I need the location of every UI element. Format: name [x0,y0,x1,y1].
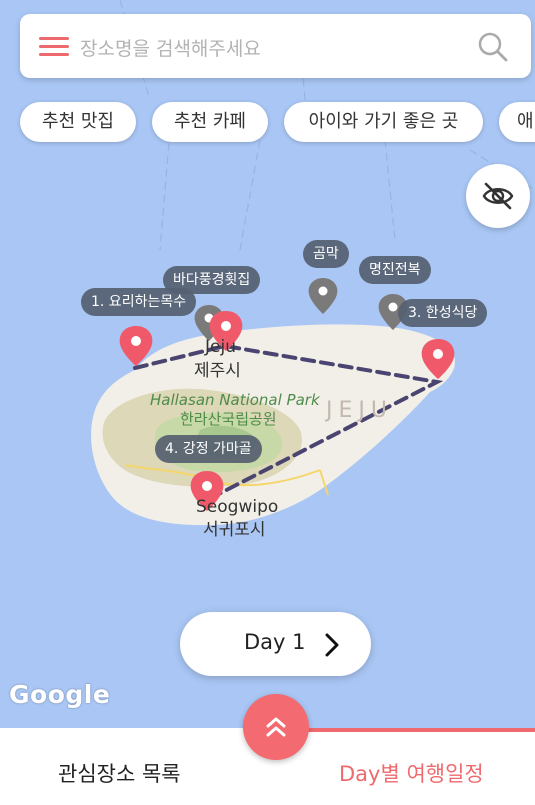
tab-daily-itinerary[interactable]: Day별 여행일정 [339,758,484,788]
double-chevron-up-icon [266,717,286,737]
chip-restaurants[interactable]: 추천 맛집 [20,102,136,142]
chip-kids[interactable]: 아이와 가기 좋은 곳 [284,102,483,142]
chevron-right-icon[interactable] [324,632,340,658]
marker-gray-gommak [308,278,338,314]
search-bar: 장소명을 검색해주세요 [20,14,531,78]
place-label-myeongjin[interactable]: 명진전복 [359,256,431,284]
chip-more[interactable]: 애 [499,102,535,142]
search-input[interactable]: 장소명을 검색해주세요 [80,34,261,61]
city-label-seogwipo-ko: 서귀포시 [203,520,266,540]
search-icon[interactable] [477,31,509,63]
google-logo: Google [9,680,111,709]
city-label-jeju-en: Jeju [205,337,236,357]
eye-off-icon [482,182,514,210]
place-label-gommak[interactable]: 곰막 [303,240,349,268]
menu-icon[interactable] [39,37,69,57]
day-selector[interactable]: Day 1 [180,612,371,676]
place-label-4[interactable]: 4. 강정 가마골 [155,435,262,463]
tab-favorites[interactable]: 관심장소 목록 [58,758,181,788]
day-label: Day 1 [244,630,306,654]
place-label-1[interactable]: 1. 요리하는목수 [81,288,197,316]
region-label: JEJU [326,398,393,423]
city-label-seogwipo-en: Seogwipo [196,497,279,517]
active-tab-indicator [306,728,535,732]
place-label-3[interactable]: 3. 한성식당 [398,299,488,327]
hide-markers-button[interactable] [466,164,530,228]
chip-cafes[interactable]: 추천 카페 [152,102,268,142]
park-label-en: Hallasan National Park [150,391,320,409]
expand-sheet-button[interactable] [243,694,309,760]
park-label-ko: 한라산국립공원 [180,410,277,428]
city-label-jeju-ko: 제주시 [194,361,241,381]
